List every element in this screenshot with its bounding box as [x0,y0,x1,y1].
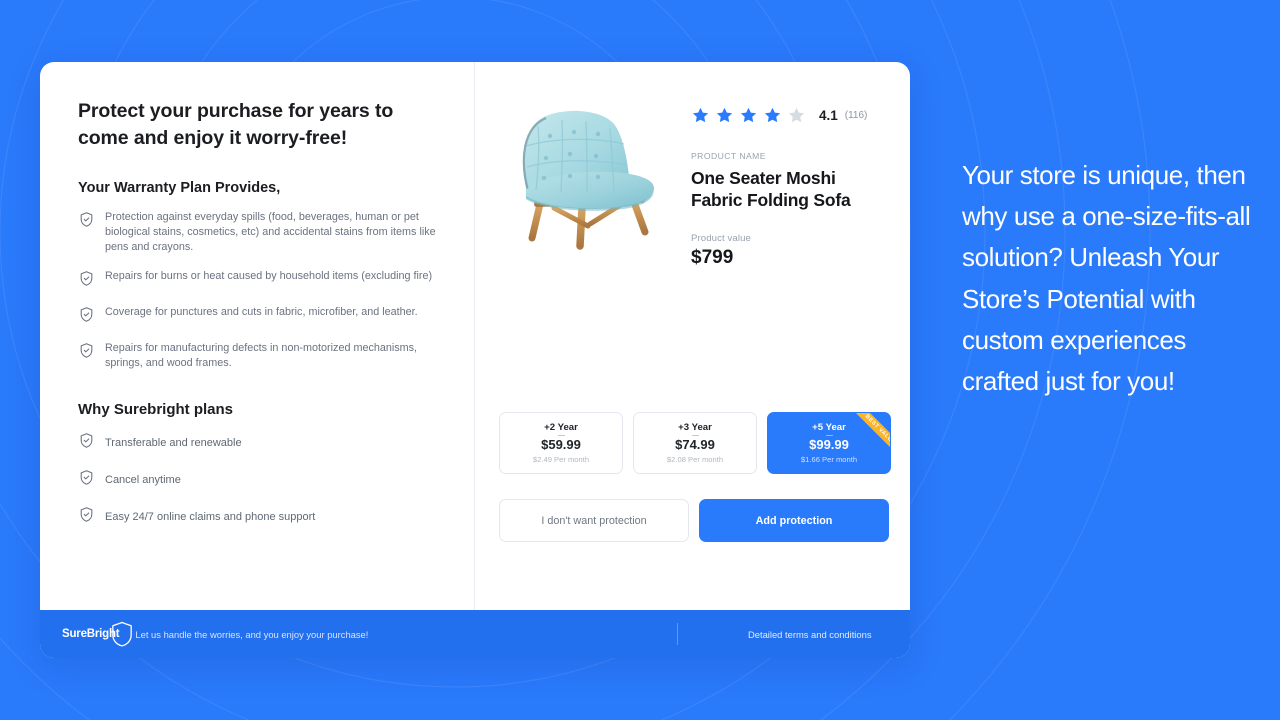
why-benefit-list: Transferable and renewable Cancel anytim… [78,432,440,528]
rating: 4.1 (116) [691,106,884,125]
plan-price: $99.99 [809,437,849,452]
benefits-pane: Protect your purchase for years to come … [40,62,475,610]
add-protection-button[interactable]: Add protection [699,499,889,542]
marketing-headline: Your store is unique, then why use a one… [962,160,1251,397]
decline-protection-button[interactable]: I don't want protection [499,499,689,542]
product-summary: 4.1 (116) PRODUCT NAME One Seater Moshi … [499,100,884,269]
warranty-offer-card: Protect your purchase for years to come … [40,62,910,658]
list-item: Cancel anytime [78,469,440,491]
shield-check-icon [78,306,95,328]
list-item: Protection against everyday spills (food… [78,210,440,256]
shield-check-icon [78,469,95,491]
list-item-label: Easy 24/7 online claims and phone suppor… [105,510,316,523]
star-rating [691,106,806,125]
plan-option-3-year[interactable]: +3 Year $74.99 $2.08 Per month [633,412,757,474]
shield-check-icon [78,211,95,233]
list-item-label: Coverage for punctures and cuts in fabri… [105,305,418,318]
plan-divider [691,435,699,436]
rating-count: (116) [844,110,868,121]
plan-term: +2 Year [544,422,578,433]
plan-selector: +2 Year $59.99 $2.49 Per month +3 Year $… [499,412,891,474]
list-item: Repairs for manufacturing defects in non… [78,341,440,372]
warranty-section-title: Your Warranty Plan Provides, [78,179,281,196]
product-image [499,100,677,260]
plan-option-5-year[interactable]: +5 Year $99.99 $1.66 Per month BEST VALU… [767,412,891,474]
list-item-label: Transferable and renewable [105,436,242,449]
widget-footer: SureBright Let us handle the worries, an… [40,610,910,658]
list-item-label: Repairs for manufacturing defects in non… [105,341,418,370]
surebright-logo: SureBright [62,621,133,647]
list-item: Coverage for punctures and cuts in fabri… [78,305,440,328]
star-icon-filled [764,107,781,123]
list-item-label: Cancel anytime [105,473,181,486]
list-item: Transferable and renewable [78,432,440,454]
widget-body: Protect your purchase for years to come … [40,62,910,610]
why-section-title: Why Surebright plans [78,401,234,419]
list-item-label: Repairs for burns or heat caused by hous… [105,269,433,282]
shield-check-icon [78,506,95,528]
plan-term: +5 Year [812,422,846,433]
plan-option-2-year[interactable]: +2 Year $59.99 $2.49 Per month [499,412,623,474]
page-title: Protect your purchase for years to come … [78,100,394,149]
logo-wordmark: SureBright [62,628,120,640]
product-price: $799 [691,247,734,269]
plan-price: $74.99 [675,437,715,452]
list-item-label: Protection against everyday spills (food… [105,210,436,254]
list-item: Repairs for burns or heat caused by hous… [78,269,440,292]
star-icon-filled [740,107,757,123]
plan-divider [825,435,833,436]
warranty-benefit-list: Protection against everyday spills (food… [78,210,440,372]
star-icon-empty [788,107,805,123]
plan-term: +3 Year [678,422,712,433]
product-value-label: Product value [691,233,751,245]
plan-per-month: $1.66 Per month [800,455,858,464]
shield-check-icon [78,270,95,292]
plan-divider [557,435,565,436]
footer-left: SureBright Let us handle the worries, an… [62,621,368,647]
terms-and-conditions-link[interactable]: Detailed terms and conditions [748,629,872,640]
product-pane: 4.1 (116) PRODUCT NAME One Seater Moshi … [475,62,910,610]
plan-price: $59.99 [541,437,581,452]
screen-root: Protect your purchase for years to come … [0,0,1280,720]
product-details: 4.1 (116) PRODUCT NAME One Seater Moshi … [691,100,884,269]
footer-divider [677,623,678,645]
plan-per-month: $2.49 Per month [532,455,590,464]
action-bar: I don't want protection Add protection [499,499,889,542]
footer-right: Detailed terms and conditions [677,623,872,645]
plan-per-month: $2.08 Per month [666,455,724,464]
shield-check-icon [78,342,95,364]
rating-value: 4.1 [819,108,838,123]
shield-check-icon [78,432,95,454]
footer-tagline: Let us handle the worries, and you enjoy… [135,628,369,640]
star-icon-filled [716,107,733,123]
star-icon-filled [692,107,709,123]
list-item: Easy 24/7 online claims and phone suppor… [78,506,440,528]
product-name-label: PRODUCT NAME [691,151,766,161]
product-name: One Seater Moshi Fabric Folding Sofa [691,168,851,211]
